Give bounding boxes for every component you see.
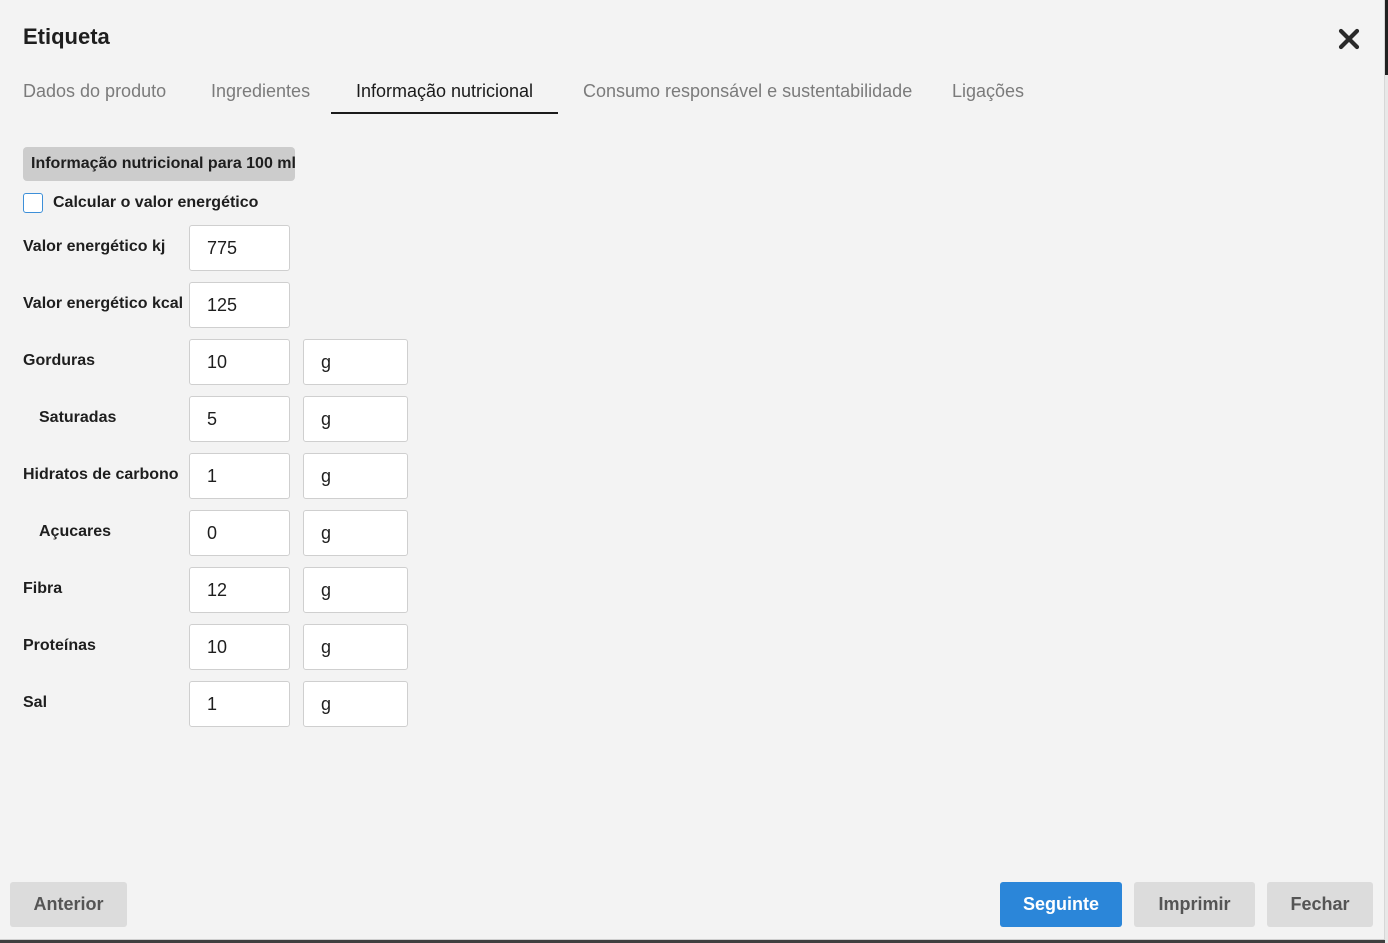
- protein-input[interactable]: 10: [189, 624, 290, 670]
- tab-responsible-consumption[interactable]: Consumo responsável e sustentabilidade: [583, 70, 912, 112]
- carbohydrates-input[interactable]: 1: [189, 453, 290, 499]
- dialog-title: Etiqueta: [23, 24, 110, 49]
- tab-ingredients[interactable]: Ingredientes: [211, 70, 310, 112]
- tab-nutrition-info[interactable]: Informação nutricional: [331, 70, 558, 114]
- saturated-fat-input[interactable]: 5: [189, 396, 290, 442]
- tab-links[interactable]: Ligações: [952, 70, 1024, 112]
- calculate-energy-label: Calcular o valor energético: [53, 194, 259, 211]
- fat-input[interactable]: 10: [189, 339, 290, 385]
- calculate-energy-toggle[interactable]: Calcular o valor energético: [23, 192, 258, 214]
- fiber-input[interactable]: 12: [189, 567, 290, 613]
- label-dialog: Etiqueta Dados do produto Ingredientes I…: [0, 0, 1385, 940]
- saturated-fat-unit-input[interactable]: g: [303, 396, 408, 442]
- fiber-label: Fibra: [23, 580, 63, 597]
- carbohydrates-unit-input[interactable]: g: [303, 453, 408, 499]
- fat-label: Gorduras: [23, 352, 96, 369]
- sugars-label: Açucares: [39, 523, 112, 540]
- energy-kcal-label: Valor energético kcal: [23, 295, 184, 312]
- carbohydrates-label: Hidratos de carbono: [23, 466, 179, 483]
- protein-label: Proteínas: [23, 637, 96, 654]
- next-button[interactable]: Seguinte: [1000, 882, 1122, 927]
- fat-unit-input[interactable]: g: [303, 339, 408, 385]
- section-badge: Informação nutricional para 100 ml: [23, 147, 296, 181]
- tab-bar: Dados do produto Ingredientes Informação…: [0, 70, 1100, 114]
- fiber-unit-input[interactable]: g: [303, 567, 408, 613]
- close-button[interactable]: Fechar: [1267, 882, 1373, 927]
- close-icon[interactable]: [1337, 27, 1361, 51]
- energy-kj-label: Valor energético kj: [23, 238, 166, 255]
- sugars-unit-input[interactable]: g: [303, 510, 408, 556]
- energy-kj-input[interactable]: 775: [189, 225, 290, 271]
- tab-product-data[interactable]: Dados do produto: [23, 70, 166, 112]
- print-button[interactable]: Imprimir: [1134, 882, 1255, 927]
- salt-input[interactable]: 1: [189, 681, 290, 727]
- previous-button[interactable]: Anterior: [10, 882, 127, 927]
- protein-unit-input[interactable]: g: [303, 624, 408, 670]
- calculate-energy-checkbox[interactable]: [23, 193, 43, 213]
- sugars-input[interactable]: 0: [189, 510, 290, 556]
- salt-unit-input[interactable]: g: [303, 681, 408, 727]
- saturated-fat-label: Saturadas: [39, 409, 117, 426]
- energy-kcal-input[interactable]: 125: [189, 282, 290, 328]
- salt-label: Sal: [23, 694, 48, 711]
